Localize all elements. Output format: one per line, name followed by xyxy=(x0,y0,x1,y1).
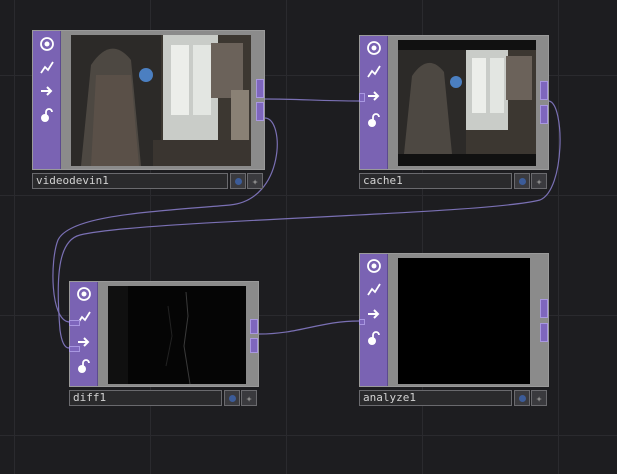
node-name-field[interactable]: videodevin1 xyxy=(32,173,228,189)
node-name-field[interactable]: diff1 xyxy=(69,390,222,406)
expand-flag-button[interactable]: ✦ xyxy=(531,173,547,189)
viewer-icon[interactable] xyxy=(365,39,383,57)
viewer-icon[interactable] xyxy=(38,35,56,53)
output-connector-2[interactable] xyxy=(540,105,548,124)
node-body[interactable] xyxy=(359,253,549,387)
lock-icon[interactable] xyxy=(75,357,93,375)
node-viewer-camera[interactable] xyxy=(398,40,536,166)
viewer-flag-button[interactable] xyxy=(230,173,246,189)
node-viewer-difference[interactable] xyxy=(108,286,246,384)
input-connector-2[interactable] xyxy=(69,346,80,352)
bypass-icon[interactable] xyxy=(365,281,383,299)
lock-icon[interactable] xyxy=(38,106,56,124)
node-icon-strip xyxy=(70,282,98,386)
expand-flag-button[interactable]: ✦ xyxy=(531,390,547,406)
node-name-field[interactable]: cache1 xyxy=(359,173,512,189)
viewer-flag-button[interactable] xyxy=(514,390,530,406)
wire-diff1-to-analyze1[interactable] xyxy=(258,320,360,335)
expand-flag-button[interactable]: ✦ xyxy=(241,390,257,406)
output-connector-1[interactable] xyxy=(250,319,258,334)
output-connector-1[interactable] xyxy=(540,299,548,318)
wire-videodevin1-to-cache1[interactable] xyxy=(264,98,360,102)
node-body[interactable] xyxy=(69,281,259,387)
lock-icon[interactable] xyxy=(365,111,383,129)
viewer-icon[interactable] xyxy=(365,257,383,275)
output-connector-1[interactable] xyxy=(540,81,548,100)
display-icon[interactable] xyxy=(38,82,56,100)
node-viewer-black[interactable] xyxy=(398,258,530,384)
camera-image xyxy=(71,35,251,166)
output-connector-2[interactable] xyxy=(250,338,258,353)
node-viewer-camera[interactable] xyxy=(71,35,251,166)
node-icon-strip xyxy=(33,31,61,169)
bypass-icon[interactable] xyxy=(38,59,56,77)
display-icon[interactable] xyxy=(365,305,383,323)
node-name-field[interactable]: analyze1 xyxy=(359,390,512,406)
viewer-flag-button[interactable] xyxy=(224,390,240,406)
input-connector[interactable] xyxy=(359,93,365,102)
display-icon[interactable] xyxy=(365,87,383,105)
output-connector-2[interactable] xyxy=(256,102,264,121)
node-body[interactable] xyxy=(32,30,265,170)
bypass-icon[interactable] xyxy=(365,63,383,81)
camera-image xyxy=(398,40,536,166)
difference-image xyxy=(108,286,246,384)
node-body[interactable] xyxy=(359,35,549,170)
lock-icon[interactable] xyxy=(365,329,383,347)
output-connector-1[interactable] xyxy=(256,79,264,98)
viewer-icon[interactable] xyxy=(75,285,93,303)
node-icon-strip xyxy=(360,36,388,169)
input-connector[interactable] xyxy=(359,319,365,325)
expand-flag-button[interactable]: ✦ xyxy=(247,173,263,189)
viewer-flag-button[interactable] xyxy=(514,173,530,189)
input-connector-1[interactable] xyxy=(69,320,80,326)
output-connector-2[interactable] xyxy=(540,323,548,342)
